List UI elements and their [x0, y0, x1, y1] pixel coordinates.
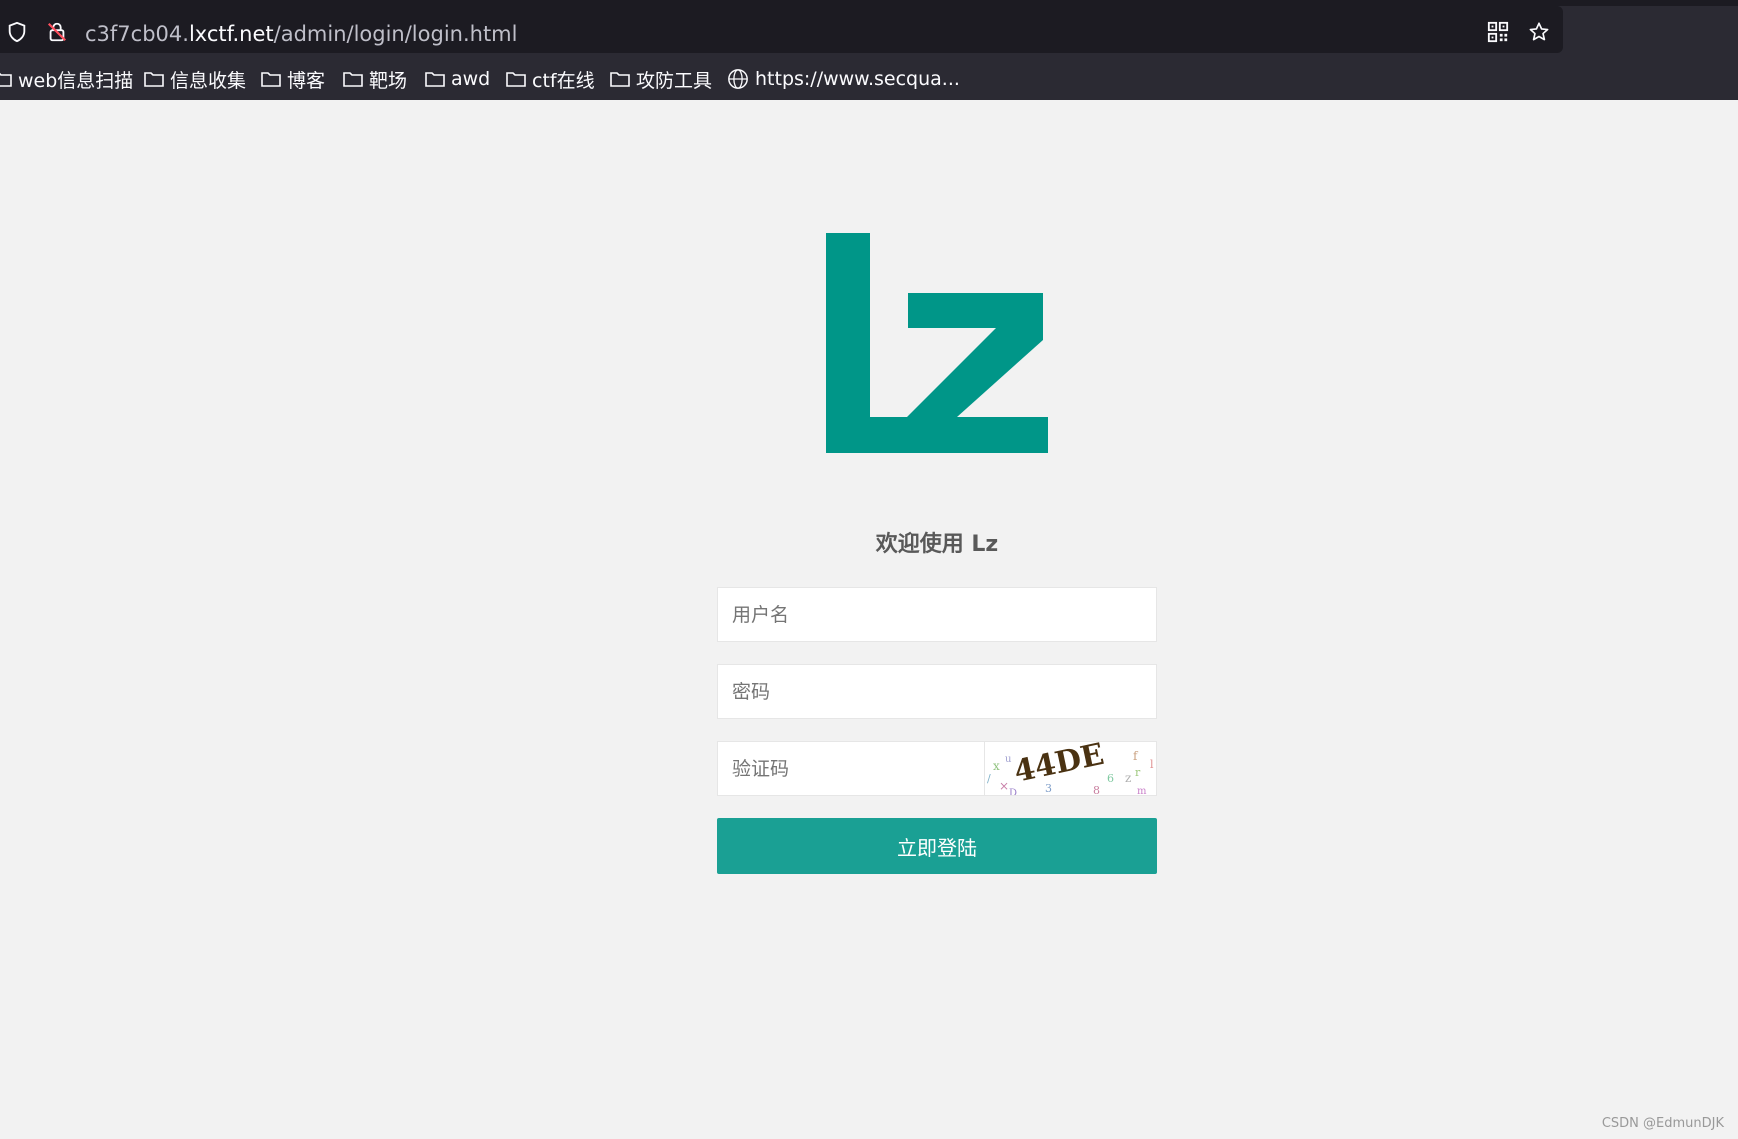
- folder-icon: [610, 72, 630, 87]
- insecure-lock-icon[interactable]: [46, 21, 68, 43]
- svg-text:f: f: [1133, 749, 1139, 763]
- svg-text:/: /: [987, 772, 991, 785]
- svg-text:r: r: [1135, 766, 1141, 779]
- svg-text:×: ×: [999, 779, 1009, 793]
- bookmark-folder-blog[interactable]: 博客: [261, 64, 325, 94]
- svg-text:l: l: [1150, 758, 1154, 771]
- captcha-input[interactable]: [717, 741, 985, 796]
- lz-logo: [826, 233, 1048, 453]
- bookmark-label: web信息扫描: [18, 69, 134, 92]
- browser-chrome: c3f7cb04.lxctf.net/admin/login/login.htm…: [0, 0, 1738, 100]
- login-submit-button[interactable]: 立即登陆: [717, 818, 1157, 874]
- bookmark-folder-tools[interactable]: 攻防工具: [610, 64, 712, 94]
- svg-text:x: x: [993, 759, 1000, 773]
- watermark: CSDN @EdmunDJK: [1601, 1116, 1724, 1131]
- bookmark-folder-web[interactable]: web信息扫描: [0, 64, 133, 94]
- username-input[interactable]: [717, 587, 1157, 642]
- bookmark-label: 博客: [287, 69, 326, 92]
- svg-text:m: m: [1137, 786, 1147, 796]
- globe-icon: [728, 69, 748, 89]
- svg-text:D: D: [1009, 788, 1017, 796]
- url-host: lxctf.net: [188, 22, 274, 46]
- bookmark-label: 攻防工具: [636, 69, 713, 92]
- svg-text:6: 6: [1107, 772, 1114, 785]
- folder-icon: [0, 72, 12, 87]
- bookmark-folder-range[interactable]: 靶场: [343, 64, 407, 94]
- svg-text:z: z: [1125, 771, 1131, 785]
- folder-icon: [261, 72, 281, 87]
- address-bar[interactable]: c3f7cb04.lxctf.net/admin/login/login.htm…: [0, 6, 1563, 53]
- folder-icon: [144, 72, 164, 87]
- qr-code-icon[interactable]: [1487, 21, 1509, 43]
- bookmark-folder-info[interactable]: 信息收集: [144, 64, 246, 94]
- url-path: /admin/login/login.html: [273, 22, 518, 46]
- bookmark-label: 信息收集: [170, 69, 247, 92]
- folder-icon: [506, 72, 526, 87]
- bookmark-label: 靶场: [369, 69, 408, 92]
- url-text[interactable]: c3f7cb04.lxctf.net/admin/login/login.htm…: [85, 22, 517, 46]
- bookmark-folder-ctf[interactable]: ctf在线: [506, 64, 595, 94]
- bookmarks-toolbar: web信息扫描 信息收集 博客 靶场 awd ctf在线 攻防工具 https:…: [0, 64, 1738, 94]
- folder-icon: [343, 72, 363, 87]
- svg-text:8: 8: [1093, 784, 1100, 796]
- password-input[interactable]: [717, 664, 1157, 719]
- bookmark-link-secquan[interactable]: https://www.secqua...: [727, 64, 960, 94]
- url-prefix: c3f7cb04.: [85, 22, 189, 46]
- bookmark-label: ctf在线: [532, 69, 595, 92]
- captcha-graphic: x × / u D 3 8 6 z r f m l 44DE: [987, 742, 1154, 796]
- bookmark-label: awd: [451, 68, 491, 90]
- welcome-title: 欢迎使用 Lz: [875, 532, 999, 557]
- bookmark-folder-awd[interactable]: awd: [425, 64, 490, 94]
- captcha-text: 44DE: [1011, 742, 1107, 790]
- captcha-image[interactable]: x × / u D 3 8 6 z r f m l 44DE: [985, 741, 1157, 796]
- shield-icon[interactable]: [6, 21, 28, 43]
- folder-icon: [425, 72, 445, 87]
- bookmark-label: https://www.secqua...: [755, 68, 960, 90]
- bookmark-star-icon[interactable]: [1528, 21, 1550, 43]
